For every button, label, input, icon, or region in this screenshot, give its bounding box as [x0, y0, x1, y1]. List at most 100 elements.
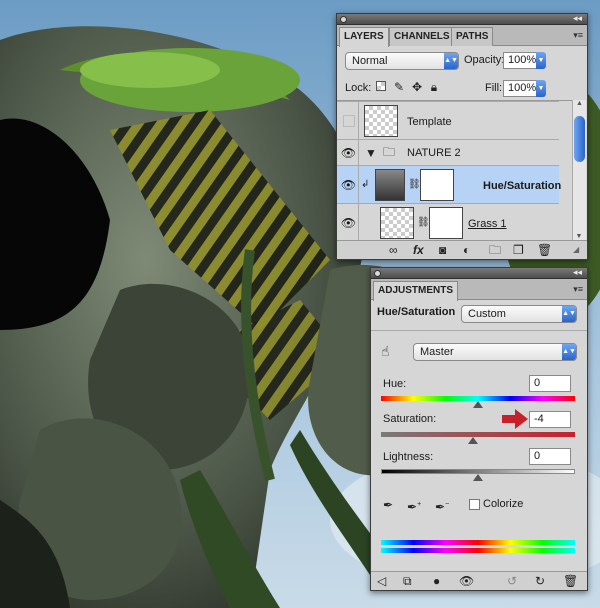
clip-arrow-icon: ↲	[361, 179, 370, 190]
chevron-down-icon: ▲▼	[444, 53, 458, 69]
lock-label: Lock:	[345, 82, 372, 94]
resize-grip-icon[interactable]: ◢	[573, 243, 579, 257]
pointer-arrow-icon	[502, 409, 528, 429]
eyedropper-minus-icon[interactable]: ✒︎−	[435, 498, 449, 514]
lightness-label: Lightness:	[383, 451, 434, 463]
lock-brush-icon[interactable]: ✎	[393, 80, 405, 94]
panel-menu-icon[interactable]: ▾≡	[573, 284, 583, 295]
targeted-adjustment-hand-icon[interactable]: ☝︎	[381, 344, 390, 358]
lock-transparency-icon[interactable]	[375, 80, 387, 94]
layer-thumbnail	[364, 105, 398, 137]
layer-row-group[interactable]: 👁︎ ▼ 🗀 NATURE 2	[337, 139, 559, 166]
saturation-label: Saturation:	[383, 413, 437, 425]
saturation-field[interactable]: -4	[529, 411, 571, 428]
new-layer-icon[interactable]: ❐	[513, 243, 524, 257]
collapse-icon[interactable]: ◂◂	[573, 13, 582, 24]
hue-slider-knob[interactable]	[473, 401, 483, 408]
expand-icon[interactable]: ⧉	[403, 574, 412, 588]
lightness-field[interactable]: 0	[529, 448, 571, 465]
close-icon[interactable]	[340, 16, 347, 23]
hue-field[interactable]: 0	[529, 375, 571, 392]
lightness-slider-knob[interactable]	[473, 474, 483, 481]
chain-link-icon: ⛓︎	[408, 179, 421, 190]
reset-icon[interactable]: ↺	[507, 574, 517, 588]
fill-dropdown-icon[interactable]: ▼	[536, 80, 546, 97]
group-name[interactable]: NATURE 2	[407, 147, 461, 159]
eye-icon[interactable]: 👁︎	[459, 574, 474, 588]
layers-panel: ◂◂ LAYERS CHANNELS PATHS ▾≡ Normal ▲▼ Op…	[336, 13, 588, 260]
scroll-up-icon[interactable]: ▲	[573, 100, 586, 112]
trash-icon[interactable]: 🗑︎	[537, 243, 552, 257]
mask-thumbnail	[429, 207, 463, 239]
layer-row-adjustment[interactable]: 👁︎ ↲ ⛓︎ Hue/Saturation	[337, 165, 561, 204]
layer-row-grass[interactable]: 👁︎ ⛓︎ Grass 1	[337, 203, 559, 240]
color-bar-bottom	[381, 548, 575, 553]
opacity-label: Opacity:	[464, 54, 505, 66]
preset-select[interactable]: Custom ▲▼	[461, 305, 577, 323]
mask-icon[interactable]: ◙	[439, 243, 446, 257]
collapse-icon[interactable]: ◂◂	[573, 267, 582, 278]
adjustment-icon[interactable]: ◐	[463, 243, 470, 257]
channel-value: Master	[420, 346, 454, 358]
visibility-toggle[interactable]	[339, 102, 359, 140]
tab-layers[interactable]: LAYERS	[339, 27, 389, 47]
folder-icon[interactable]: 🗀	[489, 243, 501, 257]
mask-thumbnail	[420, 169, 454, 201]
chevron-down-icon: ▲▼	[562, 306, 576, 322]
adjustments-tab-row: ADJUSTMENTS ▾≡	[371, 279, 587, 301]
eye-icon[interactable]: 👁︎	[339, 204, 359, 240]
panel-menu-icon[interactable]: ▾≡	[573, 30, 583, 41]
layers-list: Template 👁︎ ▼ 🗀 NATURE 2 👁︎ ↲ ⛓︎ Hue/Sat…	[337, 100, 573, 240]
color-bar-top	[381, 540, 575, 545]
preset-value: Custom	[468, 308, 506, 320]
adjustments-titlebar[interactable]: ◂◂	[371, 267, 587, 279]
layers-tab-row: LAYERS CHANNELS PATHS ▾≡	[337, 25, 587, 47]
chevron-down-icon: ▲▼	[562, 344, 576, 360]
colorize-label[interactable]: Colorize	[483, 498, 523, 510]
saturation-slider-track[interactable]	[381, 432, 575, 437]
hue-label: Hue:	[383, 378, 407, 390]
fill-field[interactable]: 100%	[503, 80, 537, 97]
fx-icon[interactable]: fx	[413, 243, 424, 257]
folder-icon: 🗀	[383, 145, 396, 159]
saturation-slider-knob[interactable]	[468, 437, 478, 444]
eyedropper-plus-icon[interactable]: ✒︎+	[407, 498, 421, 514]
blend-mode-select[interactable]: Normal ▲▼	[345, 52, 459, 70]
tab-channels[interactable]: CHANNELS	[389, 27, 455, 46]
clip-icon[interactable]: ●	[433, 574, 440, 588]
layer-row-template[interactable]: Template	[337, 101, 559, 140]
back-icon[interactable]: ◁	[377, 574, 386, 588]
blend-mode-value: Normal	[352, 55, 388, 67]
opacity-dropdown-icon[interactable]: ▼	[536, 52, 546, 69]
lock-position-icon[interactable]: ✥	[411, 80, 423, 94]
lock-all-icon[interactable]: 🔒︎	[428, 80, 440, 94]
adjustment-thumbnail	[375, 169, 405, 201]
scroll-down-icon[interactable]: ▼	[573, 233, 585, 240]
expand-triangle-icon[interactable]: ▼	[365, 146, 377, 160]
layers-titlebar[interactable]: ◂◂	[337, 13, 587, 25]
layer-name[interactable]: Template	[407, 116, 452, 128]
eye-icon[interactable]: 👁︎	[339, 166, 359, 204]
eyedropper-icon[interactable]: ✒︎	[383, 498, 393, 512]
adjustments-panel: ◂◂ ADJUSTMENTS ▾≡ Hue/Saturation Custom …	[370, 267, 588, 591]
layer-name[interactable]: Grass 1	[468, 218, 507, 230]
chain-link-icon: ⛓︎	[417, 217, 430, 228]
refresh-icon[interactable]: ↻	[535, 574, 545, 588]
adjustments-footer: ◁ ⧉ ● 👁︎ ↺ ↻ 🗑︎	[371, 571, 587, 590]
tab-paths[interactable]: PATHS	[451, 27, 494, 46]
channel-select[interactable]: Master ▲▼	[413, 343, 577, 361]
scroll-thumb[interactable]	[574, 116, 585, 162]
layers-scrollbar[interactable]: ▲ ▼	[572, 100, 586, 240]
eye-icon[interactable]: 👁︎	[339, 140, 359, 166]
close-icon[interactable]	[374, 270, 381, 277]
fill-label: Fill:	[485, 82, 503, 94]
adjustment-title: Hue/Saturation	[377, 306, 456, 318]
layer-thumbnail	[380, 207, 414, 239]
link-icon[interactable]: ∞	[389, 243, 398, 257]
layers-footer: ∞ fx ◙ ◐ 🗀 ❐ 🗑︎ ◢	[337, 240, 587, 259]
colorize-checkbox[interactable]	[469, 499, 480, 510]
opacity-field[interactable]: 100%	[503, 52, 537, 69]
layer-name[interactable]: Hue/Saturation	[483, 180, 561, 192]
tab-adjustments[interactable]: ADJUSTMENTS	[373, 281, 459, 301]
trash-icon[interactable]: 🗑︎	[563, 574, 578, 588]
